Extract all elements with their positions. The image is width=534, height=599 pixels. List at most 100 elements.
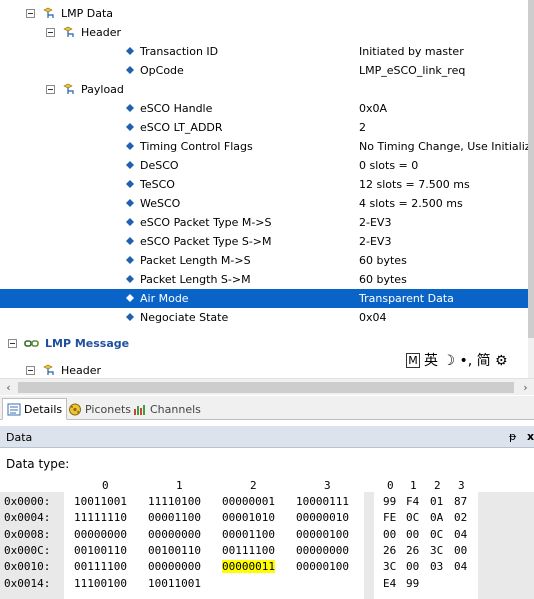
field-icon <box>126 161 134 169</box>
tree-field-row[interactable]: TeSCO 12 slots = 7.500 ms <box>0 175 528 194</box>
hex-byte-cell[interactable]: 02 <box>454 511 467 524</box>
hex-byte-cell[interactable]: 03 <box>430 560 443 573</box>
hex-byte-cell[interactable]: 26 <box>406 544 419 557</box>
hex-byte-cell[interactable]: 04 <box>454 528 467 541</box>
binary-byte-cell[interactable]: 11100100 <box>74 577 127 590</box>
hex-view-margin <box>478 492 534 599</box>
tab-piconets-label: Piconets <box>85 402 132 416</box>
binary-byte-cell[interactable]: 00111100 <box>222 544 275 557</box>
collapse-toggle-icon[interactable] <box>8 339 17 348</box>
hex-byte-cell[interactable]: 00 <box>406 528 419 541</box>
tab-piconets[interactable]: Piconets <box>64 398 135 420</box>
collapse-toggle-icon[interactable] <box>46 85 55 94</box>
tree-row-label: Transaction ID <box>140 45 219 58</box>
tab-details-label: Details <box>24 402 63 416</box>
binary-byte-cell[interactable]: 10000111 <box>296 495 349 508</box>
hex-byte-cell[interactable]: E4 <box>383 577 396 590</box>
tree-field-row[interactable]: Packet Length M->S 60 bytes <box>0 251 528 270</box>
tree-group-row[interactable]: Payload <box>0 80 528 99</box>
tree-field-row[interactable]: eSCO Packet Type S->M 2-EV3 <box>0 232 528 251</box>
hex-column-header: 3 <box>458 479 465 492</box>
tab-details[interactable]: Details <box>2 398 68 420</box>
tree-row-value: 2 <box>359 121 366 134</box>
tree-field-row[interactable]: DeSCO 0 slots = 0 <box>0 156 528 175</box>
hex-byte-cell[interactable]: 01 <box>430 495 443 508</box>
tab-channels[interactable]: Channels <box>129 398 205 420</box>
tab-channels-label: Channels <box>150 402 201 416</box>
binary-byte-cell[interactable]: 00001100 <box>148 511 201 524</box>
tree-field-row[interactable]: eSCO LT_ADDR 2 <box>0 118 528 137</box>
hex-byte-cell[interactable]: 3C <box>430 544 443 557</box>
tree-field-row[interactable]: Transaction ID Initiated by master <box>0 42 528 61</box>
binary-byte-cell[interactable]: 00000010 <box>296 511 349 524</box>
tree-field-row[interactable]: eSCO Packet Type M->S 2-EV3 <box>0 213 528 232</box>
hex-byte-cell[interactable]: 00 <box>406 560 419 573</box>
binary-byte-cell[interactable]: 10011001 <box>74 495 127 508</box>
hex-byte-cell[interactable]: 99 <box>383 495 396 508</box>
hex-byte-cell[interactable]: 00 <box>454 544 467 557</box>
tree-vertical-scrollbar[interactable] <box>528 0 534 378</box>
close-icon[interactable]: x <box>527 430 534 443</box>
binary-byte-cell[interactable]: 00000100 <box>296 560 349 573</box>
hex-byte-cell[interactable]: 0C <box>406 511 419 524</box>
binary-byte-cell[interactable]: 00111100 <box>74 560 127 573</box>
binary-byte-cell[interactable]: 00000000 <box>148 528 201 541</box>
hex-byte-cell[interactable]: FE <box>383 511 396 524</box>
binary-byte-cell[interactable]: 00001100 <box>222 528 275 541</box>
scroll-thumb[interactable] <box>528 0 534 338</box>
binary-byte-cell[interactable]: 00000000 <box>74 528 127 541</box>
tree-row-value: 0x0A <box>359 102 388 115</box>
tree-row-label: WeSCO <box>140 197 181 210</box>
pin-icon[interactable]: ᵽ <box>509 430 516 443</box>
group-icon <box>63 83 74 94</box>
scroll-left-icon[interactable]: ‹ <box>0 379 17 396</box>
binary-byte-cell[interactable]: 00000000 <box>296 544 349 557</box>
collapse-toggle-icon[interactable] <box>26 9 35 18</box>
hex-byte-cell[interactable]: 87 <box>454 495 467 508</box>
binary-byte-cell[interactable]: 00000011 <box>222 560 275 574</box>
hex-byte-cell[interactable]: 3C <box>383 560 396 573</box>
ime-glyphs[interactable]: 英 ☽ •, 简 ⚙ <box>424 350 508 370</box>
binary-byte-cell[interactable]: 10011001 <box>148 577 201 590</box>
tree-group-row[interactable]: LMP Data <box>0 4 528 23</box>
hex-byte-cell[interactable]: 26 <box>383 544 396 557</box>
tree-row-label: DeSCO <box>140 159 179 172</box>
binary-byte-cell[interactable]: 00100110 <box>148 544 201 557</box>
hex-column-header: 2 <box>434 479 441 492</box>
collapse-toggle-icon[interactable] <box>26 366 35 375</box>
group-icon <box>43 364 54 375</box>
tree-horizontal-scrollbar[interactable]: ‹ › <box>0 378 534 395</box>
binary-byte-cell[interactable]: 00000100 <box>296 528 349 541</box>
hex-byte-cell[interactable]: 99 <box>406 577 419 590</box>
field-icon <box>126 313 134 321</box>
hex-byte-cell[interactable]: 04 <box>454 560 467 573</box>
tree-group-row[interactable]: Header <box>0 23 528 42</box>
tree-field-row[interactable]: OpCode LMP_eSCO_link_req <box>0 61 528 80</box>
ime-mode-icon[interactable]: M <box>406 352 420 368</box>
tree-field-row[interactable]: Packet Length S->M 60 bytes <box>0 270 528 289</box>
binary-byte-cell[interactable]: 00001010 <box>222 511 275 524</box>
binary-byte-cell[interactable]: 11110100 <box>148 495 201 508</box>
packet-details-tree[interactable]: LMP Data Header Transaction ID Initiated by… <box>0 0 534 378</box>
tree-field-row[interactable]: eSCO Handle 0x0A <box>0 99 528 118</box>
tree-field-row[interactable]: Negociate State 0x04 <box>0 308 528 327</box>
tree-row-label: Timing Control Flags <box>140 140 253 153</box>
field-icon <box>126 237 134 245</box>
hex-view[interactable]: 0 1 2 3 0 1 2 3 0x0000: 10011001 11110100 00000001 1… <box>0 477 534 599</box>
field-icon <box>126 275 134 283</box>
tree-field-row[interactable]: Air Mode Transparent Data <box>0 289 528 308</box>
hex-byte-cell[interactable]: 0A <box>430 511 443 524</box>
binary-byte-cell[interactable]: 11111110 <box>74 511 127 524</box>
tree-field-row[interactable]: Timing Control Flags No Timing Change, Us… <box>0 137 534 156</box>
hex-byte-cell[interactable]: F4 <box>406 495 419 508</box>
binary-byte-cell[interactable]: 00000001 <box>222 495 275 508</box>
scroll-thumb[interactable] <box>18 382 514 393</box>
tree-field-row[interactable]: WeSCO 4 slots = 2.500 ms <box>0 194 528 213</box>
binary-byte-cell[interactable]: 00000000 <box>148 560 201 573</box>
hex-byte-cell[interactable]: 00 <box>383 528 396 541</box>
hex-byte-cell[interactable]: 0C <box>430 528 443 541</box>
scroll-right-icon[interactable]: › <box>517 379 534 396</box>
binary-column-header: 0 <box>102 479 109 492</box>
binary-byte-cell[interactable]: 00100110 <box>74 544 127 557</box>
collapse-toggle-icon[interactable] <box>46 28 55 37</box>
